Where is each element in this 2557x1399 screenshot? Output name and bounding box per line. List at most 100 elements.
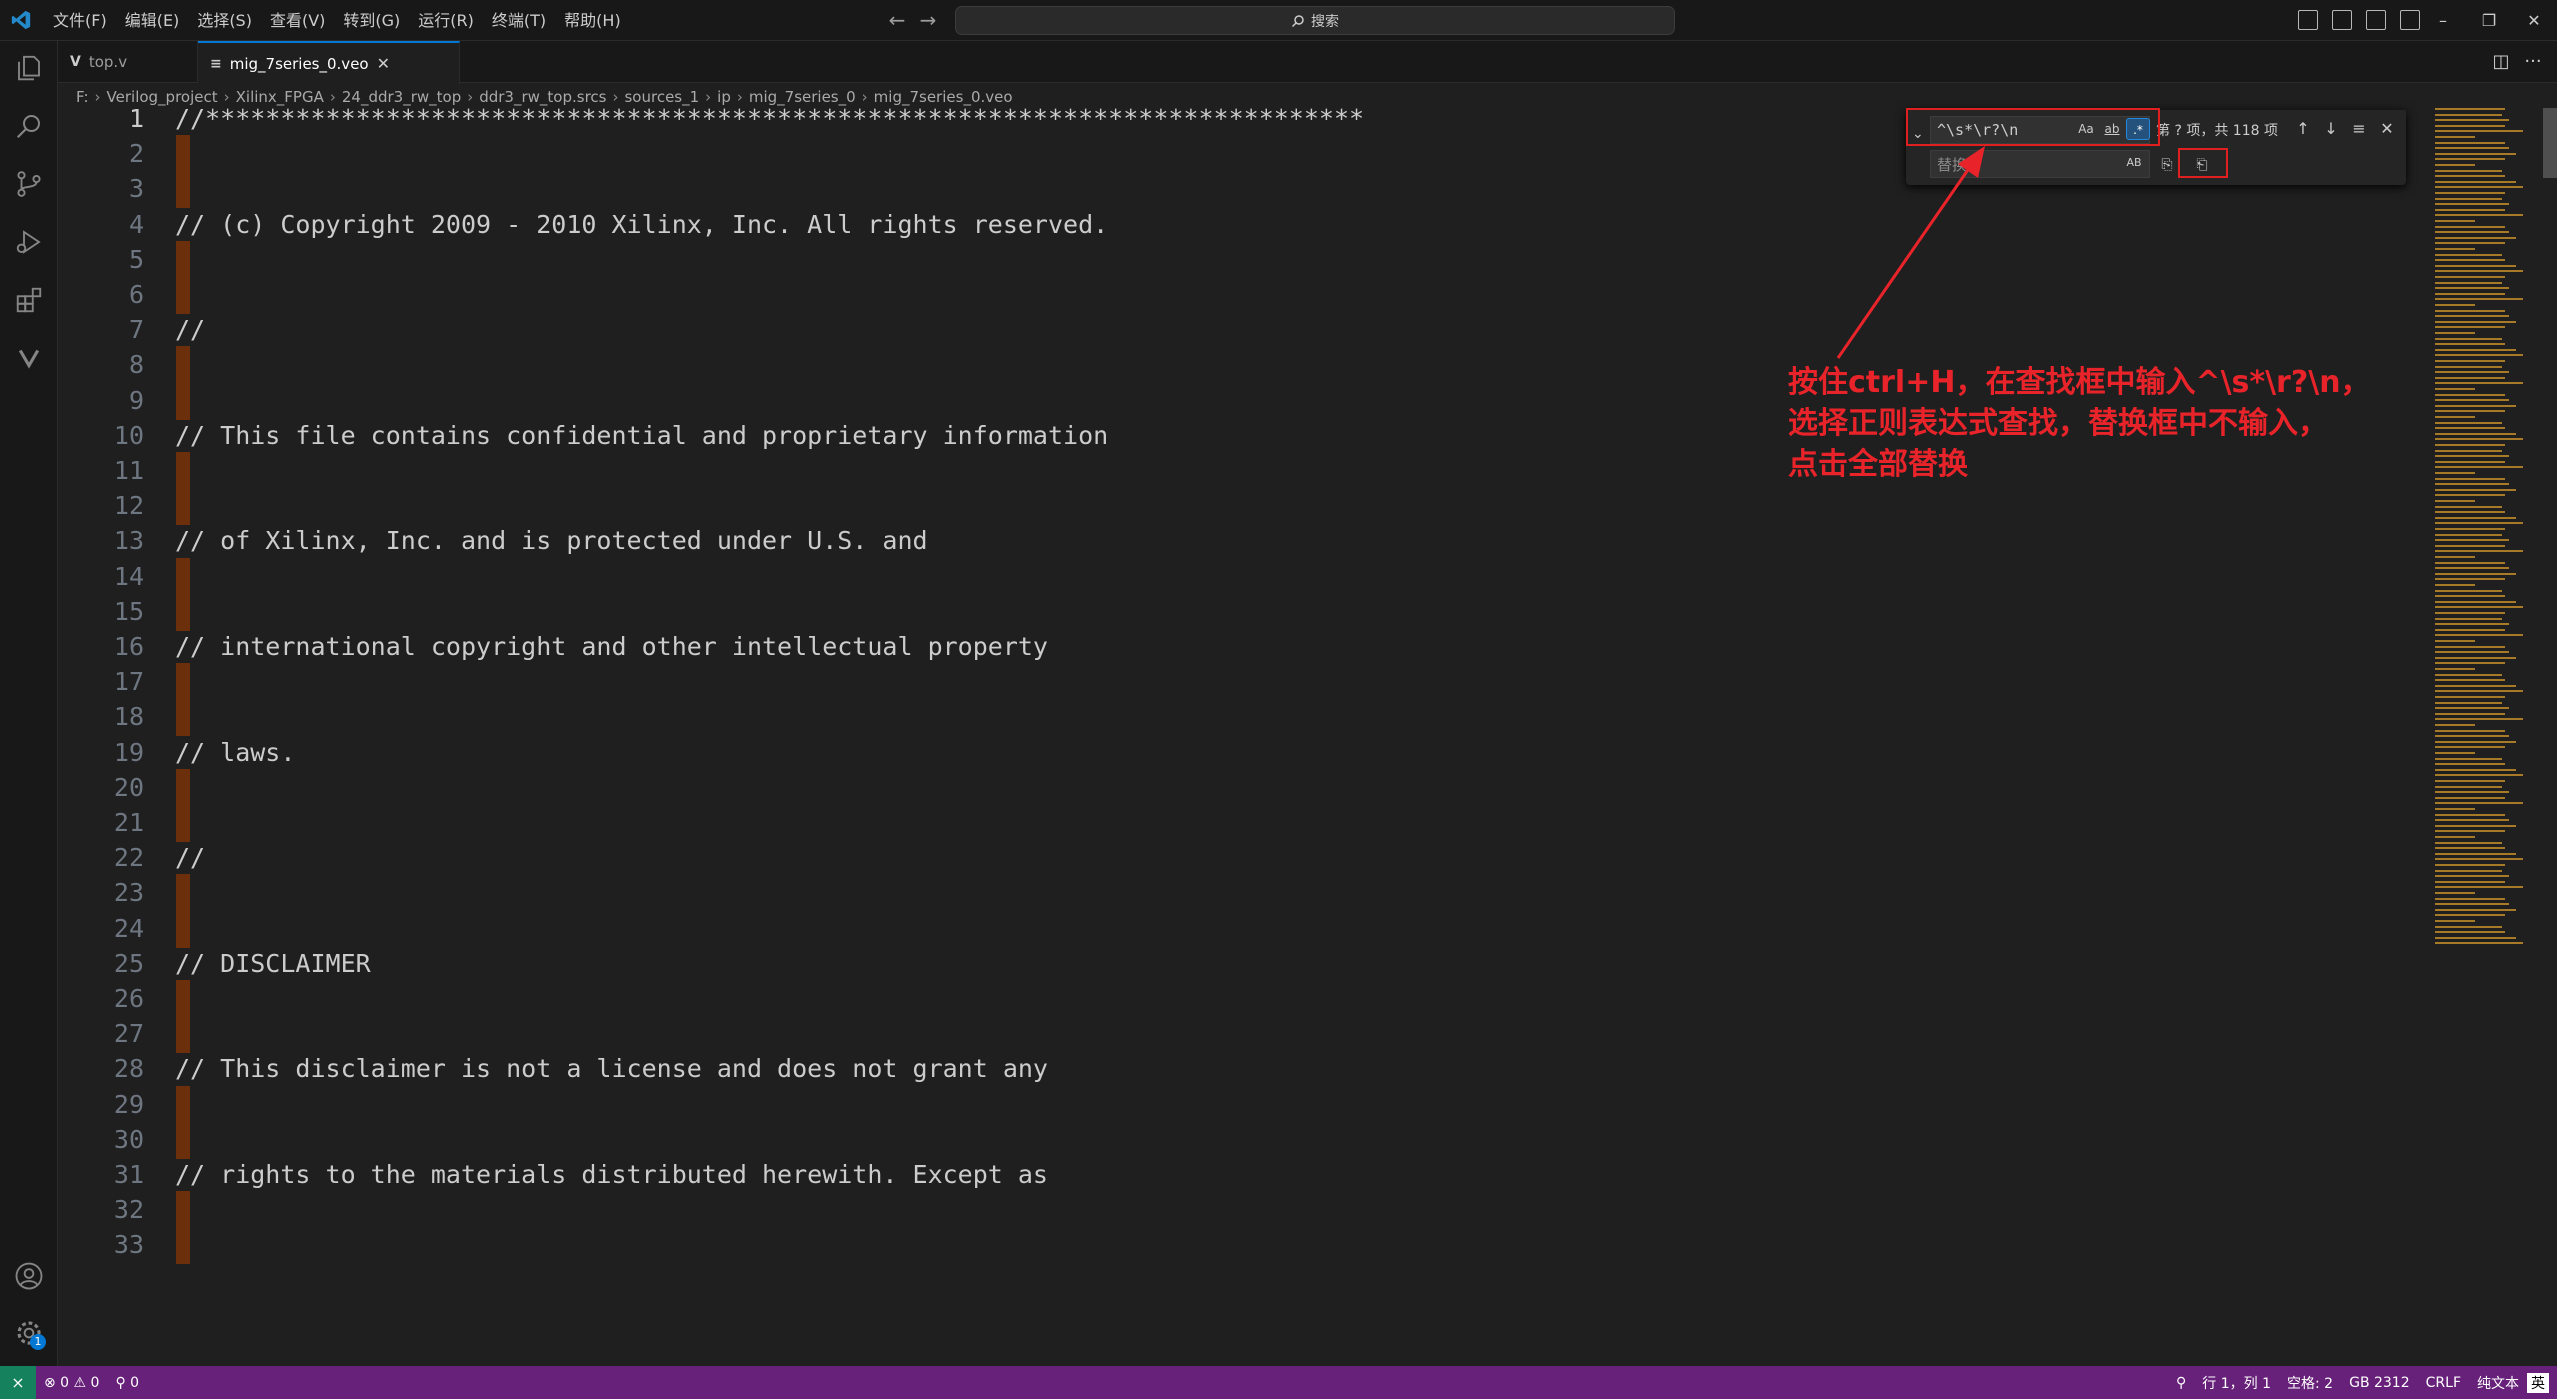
minimap-line [2435, 287, 2509, 290]
replace-input[interactable]: 替换 [1930, 150, 2150, 178]
close-tab-icon[interactable]: ✕ [377, 54, 390, 73]
extensions-icon[interactable] [12, 283, 46, 317]
code-line[interactable]: 4 // (c) Copyright 2009 - 2010 Xilinx, In… [58, 206, 2433, 244]
code-line[interactable]: 6 [58, 276, 2433, 314]
menu-item[interactable]: 运行(R) [409, 0, 483, 41]
next-match-arrow-icon[interactable]: ↓ [2320, 118, 2342, 140]
toggle-secondary-sidebar-icon[interactable] [2366, 10, 2386, 30]
search-view-icon[interactable] [12, 109, 46, 143]
code-line[interactable]: 31 // rights to the materials distributed… [58, 1156, 2433, 1194]
breadcrumb-item[interactable]: ip [717, 88, 731, 106]
close-window-button[interactable]: ✕ [2511, 0, 2557, 41]
explorer-icon[interactable] [12, 51, 46, 85]
scroll-thumb[interactable] [2543, 108, 2557, 178]
language-mode[interactable]: 纯文本 [2469, 1373, 2527, 1393]
run-debug-icon[interactable] [12, 225, 46, 259]
line-number: 24 [113, 913, 144, 943]
more-actions-icon[interactable]: ··· [2522, 51, 2544, 73]
verilog-extension-icon[interactable] [12, 341, 46, 375]
tab-top-v[interactable]: V top.v [58, 41, 198, 83]
encoding-status[interactable]: GB 2312 [2341, 1375, 2418, 1391]
replace-one-icon[interactable]: ⎘ [2156, 154, 2178, 176]
source-control-icon[interactable] [12, 167, 46, 201]
code-line[interactable]: 18 [58, 698, 2433, 737]
breadcrumb-item[interactable]: sources_1 [624, 88, 699, 106]
code-line[interactable]: 29 [58, 1085, 2433, 1124]
code-line[interactable]: 33 [58, 1226, 2433, 1265]
minimap-line [2435, 824, 2516, 827]
customize-layout-icon[interactable] [2400, 10, 2420, 30]
code-line[interactable]: 23 [58, 874, 2433, 913]
menu-item[interactable]: 文件(F) [44, 0, 116, 41]
code-line[interactable]: 25 // DISCLAIMER [58, 945, 2433, 983]
split-editor-icon[interactable]: ◫ [2490, 51, 2512, 73]
code-line[interactable]: 21 [58, 804, 2433, 842]
menu-item[interactable]: 帮助(H) [555, 0, 630, 41]
line-number: 30 [113, 1124, 144, 1154]
ports-status[interactable]: ⚲ 0 [107, 1375, 147, 1391]
breadcrumb-item[interactable]: mig_7series_0.veo [874, 88, 1013, 106]
back-arrow-icon[interactable]: ← [885, 8, 909, 32]
previous-match-arrow-icon[interactable]: ↑ [2292, 118, 2314, 140]
minimap-line [2435, 298, 2523, 301]
toggle-primary-sidebar-icon[interactable] [2298, 10, 2318, 30]
code-editor[interactable]: 1 //*************************************… [58, 108, 2433, 1366]
code-line[interactable]: 32 [58, 1191, 2433, 1230]
minimize-button[interactable]: – [2420, 0, 2466, 41]
menu-item[interactable]: 编辑(E) [116, 0, 189, 41]
toggle-panel-icon[interactable] [2332, 10, 2352, 30]
match-highlight [176, 381, 190, 420]
breadcrumb-item[interactable]: F: [76, 88, 89, 106]
code-line[interactable]: 12 [58, 487, 2433, 526]
preserve-case-toggle[interactable]: AB [2122, 152, 2146, 174]
menu-item[interactable]: 终端(T) [483, 0, 555, 41]
restore-button[interactable]: ❐ [2466, 0, 2512, 41]
code-line[interactable]: 22 // [58, 839, 2433, 877]
code-line[interactable]: 20 [58, 768, 2433, 807]
zoom-icon[interactable]: ⚲ [2168, 1375, 2194, 1391]
close-find-icon[interactable]: ✕ [2376, 118, 2398, 140]
menu-item[interactable]: 查看(V) [261, 0, 334, 41]
minimap-line [2435, 460, 2505, 463]
code-line[interactable]: 5 [58, 240, 2433, 279]
code-line[interactable]: 16 // international copyright and other i… [58, 628, 2433, 666]
minimap[interactable] [2433, 108, 2543, 1366]
remote-indicator-icon[interactable]: ⨯ [0, 1366, 36, 1399]
manage-gear-icon[interactable]: 1 [12, 1316, 46, 1350]
account-icon[interactable] [12, 1259, 46, 1293]
breadcrumb-separator-icon: › [94, 88, 101, 106]
tab-mig-7series-0-veo[interactable]: ≡ mig_7series_0.veo ✕ [198, 41, 460, 84]
code-line[interactable]: 13 // of Xilinx, Inc. and is protected un… [58, 522, 2433, 560]
eol-status[interactable]: CRLF [2418, 1375, 2469, 1391]
code-line[interactable]: 14 [58, 557, 2433, 596]
command-center-search[interactable]: 搜索 [955, 6, 1675, 35]
code-line[interactable]: 7 // [58, 311, 2433, 349]
code-line[interactable]: 30 [58, 1120, 2433, 1159]
minimap-line [2435, 819, 2509, 822]
indentation-status[interactable]: 空格: 2 [2279, 1373, 2341, 1393]
breadcrumb-item[interactable]: 24_ddr3_rw_top [342, 88, 461, 106]
breadcrumb-item[interactable]: Xilinx_FPGA [236, 88, 324, 106]
code-line[interactable]: 19 // laws. [58, 734, 2433, 772]
code-line[interactable]: 15 [58, 592, 2433, 631]
problems-status[interactable]: ⊗ 0 ⚠ 0 [36, 1375, 107, 1391]
code-line[interactable]: 24 [58, 909, 2433, 948]
breadcrumb-item[interactable]: ddr3_rw_top.srcs [479, 88, 606, 106]
code-line[interactable]: 28 // This disclaimer is not a license an… [58, 1050, 2433, 1088]
cursor-position[interactable]: 行 1，列 1 [2194, 1373, 2279, 1393]
forward-arrow-icon[interactable]: → [916, 8, 940, 32]
breadcrumb-item[interactable]: Verilog_project [107, 88, 218, 106]
code-line[interactable]: 26 [58, 980, 2433, 1018]
menu-item[interactable]: 选择(S) [188, 0, 261, 41]
vscode-logo-icon [11, 10, 31, 30]
menu-item[interactable]: 转到(G) [334, 0, 409, 41]
code-line[interactable]: 17 [58, 663, 2433, 702]
minimap-line [2435, 578, 2505, 581]
vertical-scrollbar[interactable] [2543, 108, 2557, 1366]
code-line[interactable]: 27 [58, 1015, 2433, 1054]
breadcrumb-item[interactable]: mig_7series_0 [749, 88, 856, 106]
minimap-line [2435, 662, 2505, 665]
minimap-line [2435, 612, 2505, 614]
find-in-selection-icon[interactable]: ≡ [2348, 118, 2370, 140]
minimap-line [2435, 897, 2505, 900]
